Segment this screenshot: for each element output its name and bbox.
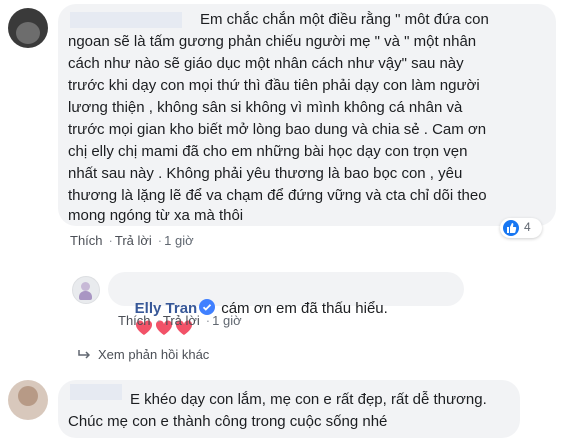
like-reaction-icon	[503, 220, 519, 236]
comment-text-line: trước khi dạy con mọi thứ thì đầu tiên p…	[68, 77, 480, 94]
reply-text: cám ơn em đã thấu hiểu.	[221, 300, 388, 317]
commenter-avatar[interactable]	[8, 8, 48, 48]
comment-text-line: Em chắc chắn một điều rằng " môt đứa con	[200, 11, 489, 28]
like-link[interactable]: Thích	[118, 313, 151, 328]
comment-text-line: cách như nào sẽ giáo dục một nhân cách n…	[68, 55, 464, 72]
like-link[interactable]: Thích	[70, 233, 103, 248]
commenter-avatar[interactable]	[8, 380, 48, 420]
reply-time[interactable]: 1 giờ	[212, 313, 242, 328]
comment-text-line: trước mọi gian kho biết mở lòng bao dung…	[68, 121, 487, 138]
redacted-name	[70, 12, 182, 28]
comment-text-line: ngoan sẽ là tấm gương phản chiếu người m…	[68, 33, 477, 50]
comment-text-line: chị elly chị mami đã cho em những bài họ…	[68, 143, 468, 160]
comment-time[interactable]: 1 giờ	[164, 233, 194, 248]
comment-text-line: mong ngóng từ xa mà thôi	[68, 207, 244, 224]
comment-text-line: nhất sau này . Không phải yêu thương là …	[68, 165, 463, 182]
reaction-count: 4	[524, 220, 531, 234]
reply-bubble: Elly Tran cám ơn em đã thấu hiểu.	[108, 272, 464, 335]
reply-avatar[interactable]	[72, 276, 100, 304]
more-replies[interactable]: Xem phản hồi khác	[78, 347, 211, 362]
reply-arrow-icon	[78, 350, 91, 359]
more-replies-label[interactable]: Xem phản hồi khác	[98, 347, 209, 362]
reaction-summary[interactable]: 4	[500, 218, 542, 238]
comment-bubble: Em chắc chắn một điều rằng " môt đứa con…	[58, 4, 556, 226]
comment-text-line: E khéo dạy con lắm, mẹ con e rất đẹp, rấ…	[130, 391, 487, 408]
comment-actions: Thích · Trả lời · 1 giờ	[70, 233, 194, 248]
comment-text-line: lương thiện , không sân si không vì mình…	[68, 99, 463, 116]
reply-link[interactable]: Trả lời	[163, 313, 200, 328]
comment-text-line: thương là lặng lẽ để va chạm để đứng vữn…	[68, 187, 487, 204]
comment-bubble: E khéo dạy con lắm, mẹ con e rất đẹp, rấ…	[58, 380, 520, 438]
reply-actions: Thích · Trả lời · 1 giờ	[118, 313, 242, 328]
redacted-name	[70, 384, 122, 400]
comment-text-line: Chúc mẹ con e thành công trong cuộc sống…	[68, 413, 388, 430]
reply-link[interactable]: Trả lời	[115, 233, 152, 248]
